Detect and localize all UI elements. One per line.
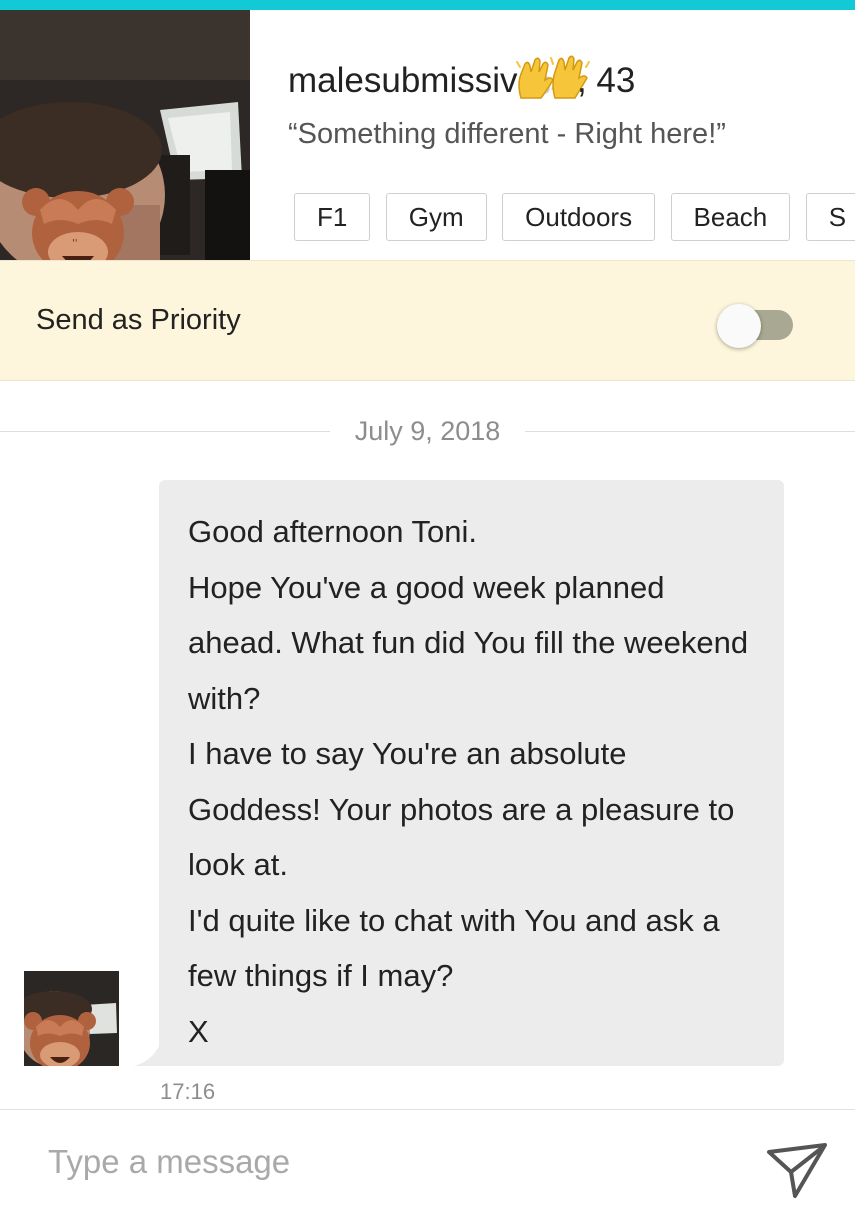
profile-header[interactable]: '' malesubmissive 54 , 43 “Something dif… [0, 10, 855, 260]
interest-tag[interactable]: S [805, 193, 855, 241]
svg-text:'': '' [72, 238, 78, 249]
priority-bar: Send as Priority [0, 260, 855, 381]
date-label: July 9, 2018 [330, 416, 525, 446]
interest-tag[interactable]: Gym [385, 193, 487, 241]
profile-age: , 43 [576, 61, 636, 100]
message-input[interactable] [48, 1140, 728, 1184]
profile-tagline: “Something different - Right here!” [288, 118, 726, 150]
profile-name-age: malesubmissive 54 , 43 [288, 54, 635, 104]
sender-avatar-image [24, 971, 119, 1066]
interest-tags[interactable]: F1 Gym Outdoors Beach S [294, 193, 855, 241]
profile-photo-image: '' [0, 10, 250, 260]
interest-tag[interactable]: Outdoors [502, 193, 656, 241]
sender-avatar[interactable] [24, 971, 119, 1066]
priority-label: Send as Priority [36, 304, 241, 336]
message-timestamp: 17:16 [160, 1079, 216, 1104]
profile-photo[interactable]: '' [0, 10, 250, 260]
send-icon [767, 1143, 827, 1198]
top-accent-bar [0, 0, 855, 10]
date-divider: July 9, 2018 [0, 412, 855, 452]
message-bubble[interactable]: Good afternoon Toni. Hope You've a good … [159, 480, 784, 1066]
send-button[interactable] [765, 1142, 829, 1200]
message-text: Good afternoon Toni. Hope You've a good … [188, 514, 749, 1049]
toggle-knob [717, 304, 761, 348]
profile-name: malesubmissive [288, 61, 537, 100]
interest-tag[interactable]: Beach [670, 193, 791, 241]
interest-tag[interactable]: F1 [294, 193, 371, 241]
priority-toggle[interactable] [717, 304, 793, 348]
message-composer [0, 1109, 855, 1201]
see-no-evil-monkey-emoji: '' [22, 188, 134, 260]
see-no-evil-monkey-emoji [24, 1012, 96, 1066]
